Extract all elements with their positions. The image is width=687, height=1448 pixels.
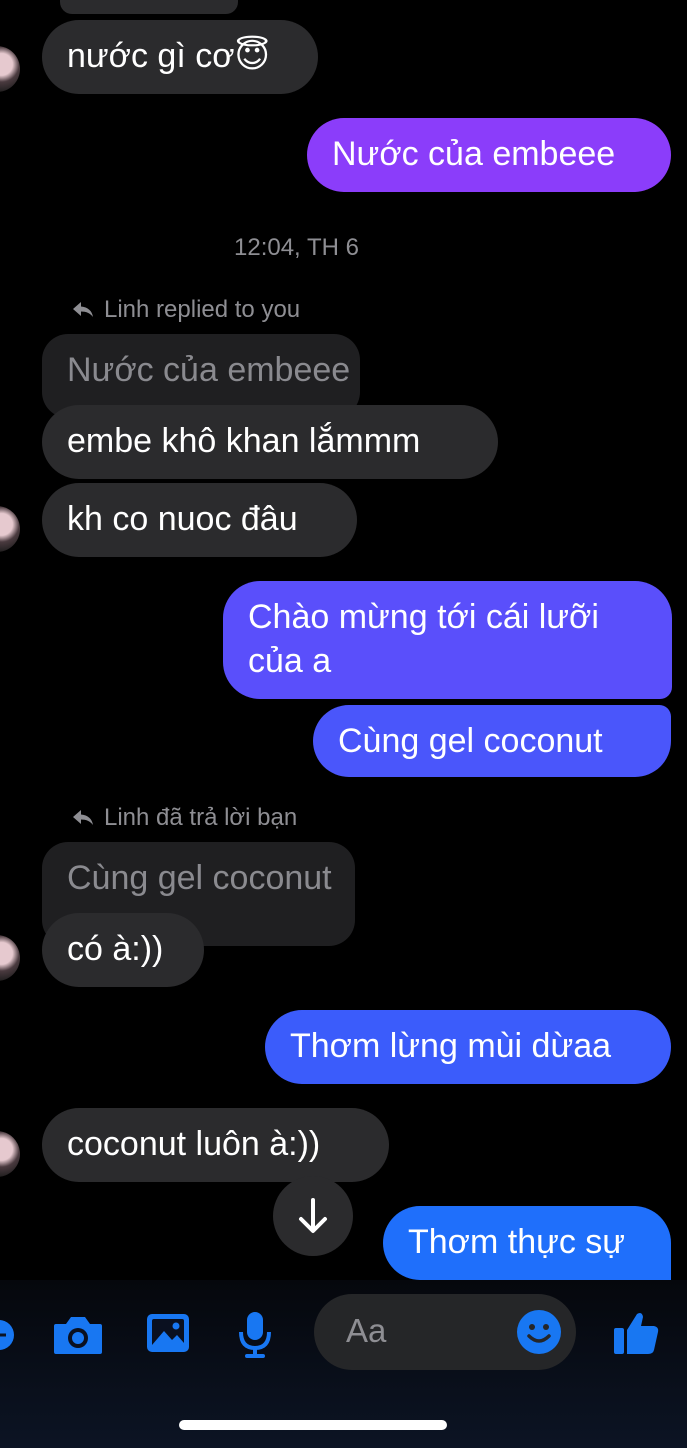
like-button[interactable]	[612, 1308, 660, 1356]
composer-bar: Aa	[0, 1280, 687, 1448]
message-line: Chào mừng tới cái lưỡi	[248, 598, 599, 636]
incoming-message[interactable]: có à:))	[42, 913, 204, 987]
outgoing-message[interactable]: Cùng gel coconut	[313, 705, 671, 777]
message-input[interactable]: Aa	[314, 1294, 576, 1370]
outgoing-message[interactable]: Chào mừng tới cái lưỡi của a	[223, 581, 672, 699]
reply-indicator: Linh replied to you	[72, 296, 300, 326]
reply-label: Linh replied to you	[104, 296, 301, 323]
outgoing-message[interactable]: Thơm lừng mùi dừaa	[265, 1010, 671, 1084]
microphone-icon	[239, 1312, 271, 1358]
camera-button[interactable]	[52, 1312, 104, 1356]
home-indicator	[179, 1420, 447, 1430]
incoming-message[interactable]: kh co nuoc đâu	[42, 483, 357, 557]
message-line: của a	[248, 642, 332, 680]
avatar[interactable]	[0, 506, 20, 552]
timestamp: 12:04, TH 6	[234, 234, 359, 261]
reply-indicator: Linh đã trả lời bạn	[72, 804, 297, 834]
incoming-message[interactable]: nước gì cơ😇	[42, 20, 318, 94]
reply-label: Linh đã trả lời bạn	[104, 804, 298, 831]
outgoing-message[interactable]: Nước của embeee	[307, 118, 671, 192]
outgoing-message[interactable]: Thơm thực sự	[383, 1206, 671, 1280]
incoming-message[interactable]: embe khô khan lắmmm	[42, 405, 498, 479]
microphone-button[interactable]	[236, 1310, 274, 1360]
reply-arrow-icon	[72, 298, 96, 326]
camera-icon	[54, 1317, 102, 1354]
reply-arrow-icon	[72, 806, 96, 834]
plus-button[interactable]	[0, 1320, 14, 1350]
incoming-message[interactable]: coconut luôn à:))	[42, 1108, 389, 1182]
avatar[interactable]	[0, 935, 20, 981]
plus-icon	[0, 1333, 6, 1337]
cutoff-bubble	[60, 0, 238, 14]
emoji-button[interactable]	[516, 1309, 562, 1355]
gallery-icon	[147, 1314, 189, 1352]
gallery-button[interactable]	[145, 1312, 191, 1354]
thumbs-up-icon	[614, 1313, 659, 1354]
emoji-icon	[517, 1310, 561, 1354]
message-input-placeholder: Aa	[346, 1312, 387, 1349]
scroll-down-button[interactable]	[273, 1176, 353, 1256]
scroll-down-icon	[299, 1198, 327, 1233]
avatar[interactable]	[0, 1131, 20, 1177]
avatar[interactable]	[0, 46, 20, 92]
